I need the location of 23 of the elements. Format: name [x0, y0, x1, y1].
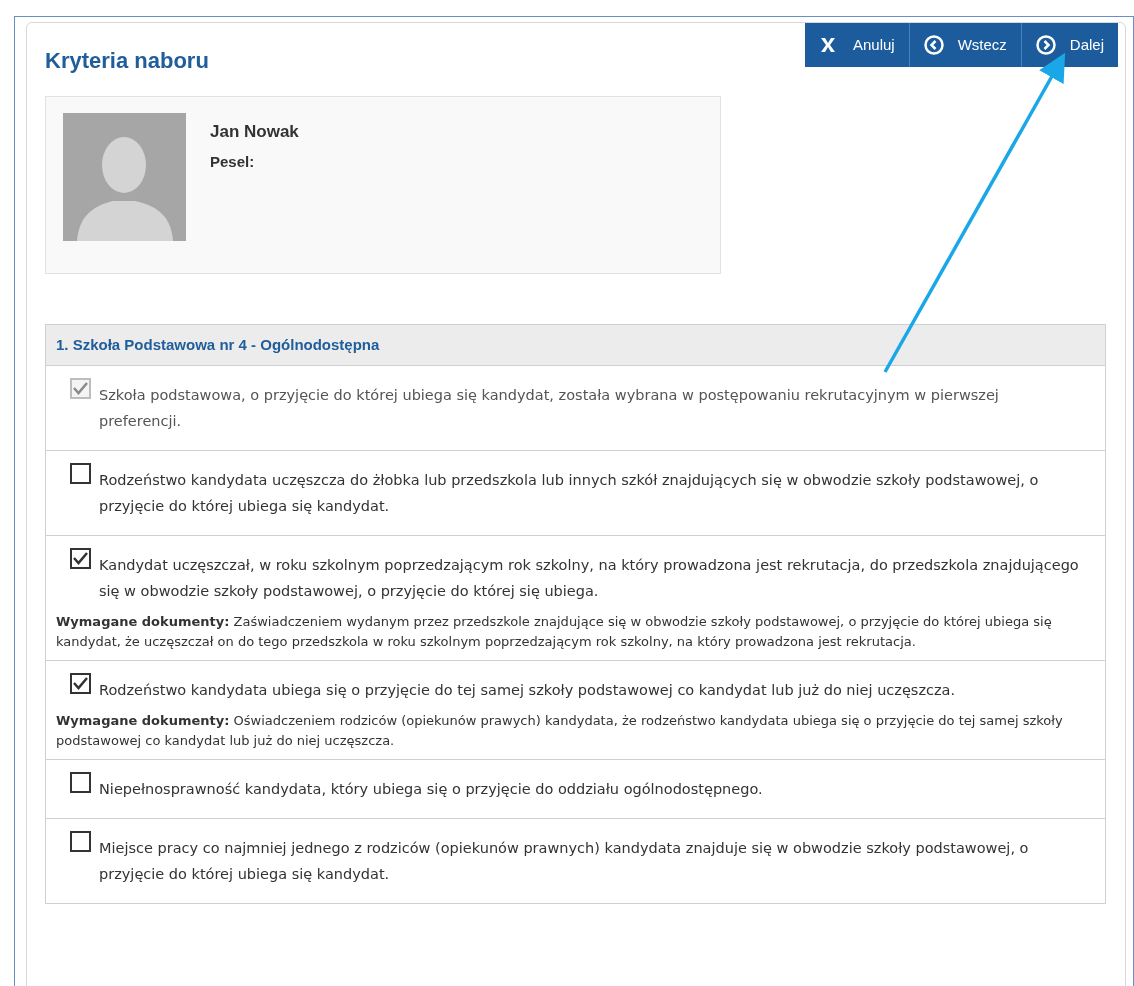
page-title: Kryteria naboru [45, 47, 209, 74]
back-circle-icon [923, 35, 944, 55]
section-header: 1. Szkoła Podstawowa nr 4 - Ogólnodostępna [46, 325, 1105, 366]
checkbox[interactable] [70, 548, 91, 569]
criterion-text: Kandydat uczęszczał, w roku szkolnym poprzedzającym rok szkolny, na który prowadzona jest rekrutacja, do przedszkola znajdującego się w obwodzie szkoły podstawowej, o przyjęcie do której się ubiega. [99, 556, 1080, 601]
required-documents-text: Wymagane dokumenty: Zaświadczeniem wydanym przez przedszkole znajdujące się w obwodzie szkoły podstawowej, o przyjęcie do której ubiega się kandydat, że uczęszczał on do tego przedszkola w roku szkolnym poprzedzającym rok szkolny, na który prowadzona jest rekrutacja. [56, 613, 1053, 651]
required-documents-text: Wymagane dokumenty: Oświadczeniem rodziców (opiekunów prawych) kandydata, że rodzeństwo kandydata ubiega się o przyjęcie do tej samej szkoły podstawowej co kandydat lub już do niej uczęszcza. [56, 712, 1064, 750]
criterion-text: Szkoła podstawowa, o przyjęcie do której ubiega się kandydat, została wybrana w postępowaniu rekrutacyjnym w pierwszej preferencji. [99, 386, 1000, 431]
avatar-icon [63, 113, 186, 241]
criterion-text: Rodzeństwo kandydata uczęszcza do żłobka lub przedszkola lub innych szkół znajdujących się w obwodzie szkoły podstawowej, o przyjęcie do której ubiega się kandydat. [99, 471, 1040, 516]
criterion-text: Niepełnosprawność kandydata, który ubiega się o przyjęcie do oddziału ogólnodostępnego. [99, 780, 763, 799]
criterion-text: Rodzeństwo kandydata ubiega się o przyjęcie do tej samej szkoły podstawowej co kandydat lub już do niej uczęszcza. [99, 681, 956, 700]
next-circle-icon [1035, 35, 1056, 55]
criterion-text: Miejsce pracy co najmniej jednego z rodziców (opiekunów prawnych) kandydata znajduje się w obwodzie szkoły podstawowej, o przyjęcie do której ubiega się kandydat. [99, 839, 1030, 884]
checkbox[interactable] [70, 463, 91, 484]
next-button[interactable]: Dalej [1020, 23, 1118, 67]
cancel-button[interactable]: Anuluj [804, 23, 909, 67]
person-name: Jan Nowak [210, 121, 299, 143]
back-button[interactable]: Wstecz [908, 23, 1021, 67]
checkbox[interactable] [70, 831, 91, 852]
checkbox[interactable] [70, 673, 91, 694]
checkbox[interactable] [70, 772, 91, 793]
pesel-label: Pesel: [210, 151, 256, 172]
